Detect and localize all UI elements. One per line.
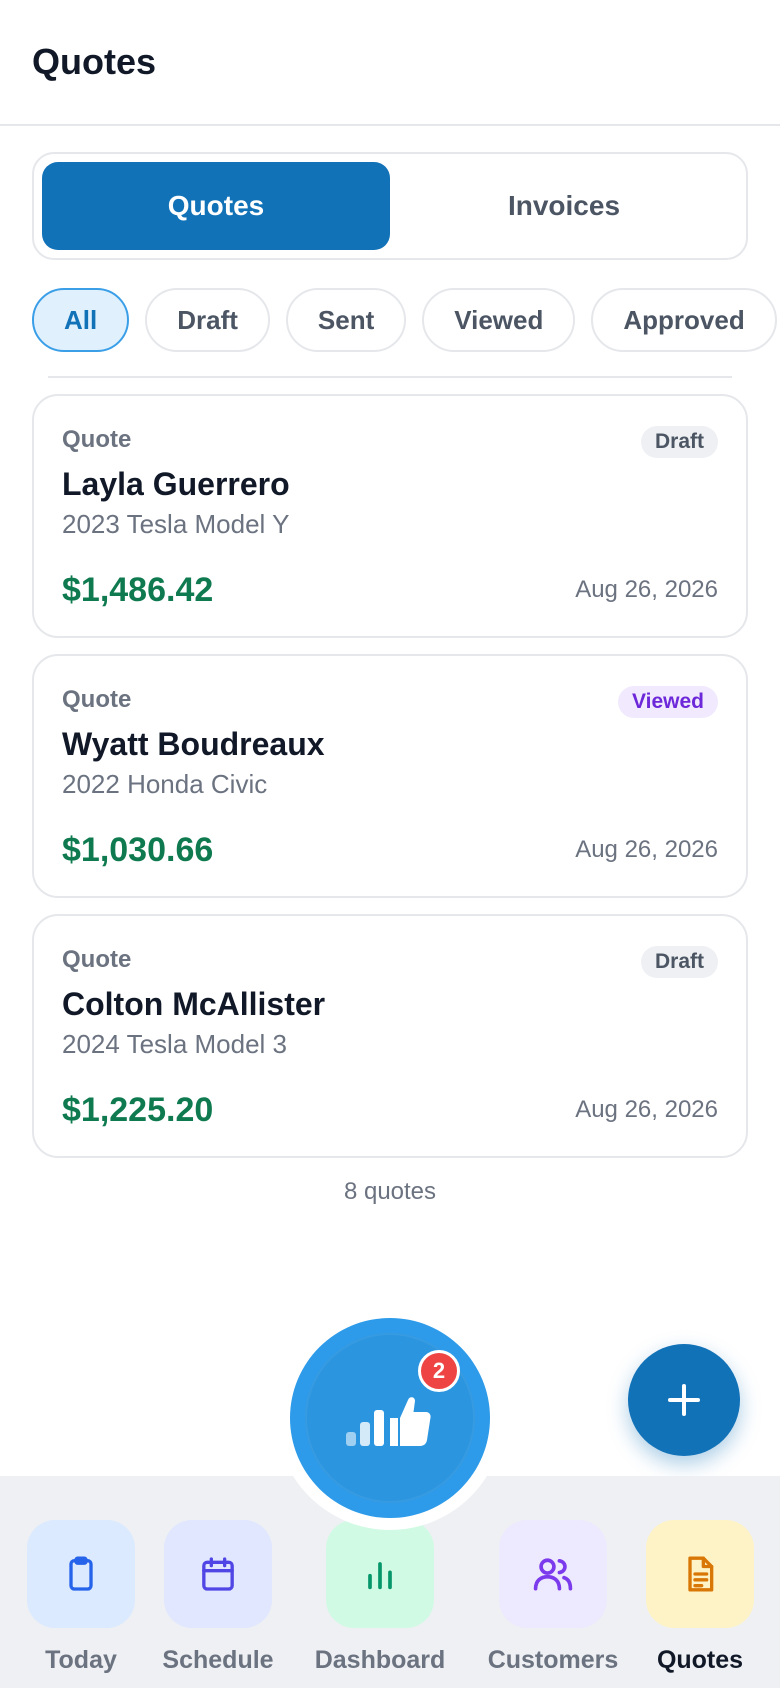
quote-date: Aug 26, 2026 bbox=[575, 576, 718, 603]
quote-card[interactable]: Quote Draft Colton McAllister 2024 Tesla… bbox=[32, 914, 748, 1158]
customer-name: Layla Guerrero bbox=[62, 466, 290, 502]
quote-count: 8 quotes bbox=[343, 1178, 437, 1205]
tab-invoices[interactable]: Invoices bbox=[390, 162, 738, 250]
tab-quotes[interactable]: Quotes bbox=[42, 162, 390, 250]
quote-amount: $1,486.42 bbox=[62, 571, 214, 609]
customer-name: Wyatt Boudreaux bbox=[62, 726, 325, 762]
filter-chip-viewed[interactable]: Viewed bbox=[422, 288, 576, 352]
quote-card[interactable]: Quote Viewed Wyatt Boudreaux 2022 Honda … bbox=[32, 654, 748, 898]
list-divider bbox=[48, 376, 732, 378]
tab-label-schedule: Schedule bbox=[162, 1646, 274, 1674]
vehicle-label: 2023 Tesla Model Y bbox=[62, 509, 290, 539]
quote-amount: $1,225.20 bbox=[62, 1091, 214, 1129]
app-header: Quotes bbox=[0, 0, 780, 126]
document-icon bbox=[646, 1520, 754, 1628]
page-title: Quotes bbox=[32, 41, 157, 82]
status-badge: Viewed bbox=[618, 686, 718, 718]
quote-card[interactable]: Quote Draft Layla Guerrero 2023 Tesla Mo… bbox=[32, 394, 748, 638]
tab-label-customers: Customers bbox=[487, 1646, 619, 1674]
customer-name: Colton McAllister bbox=[62, 986, 326, 1022]
tab-schedule[interactable]: Schedule bbox=[148, 1520, 288, 1675]
bar-chart-icon bbox=[326, 1520, 434, 1628]
quote-date: Aug 26, 2026 bbox=[575, 836, 718, 863]
status-badge: Draft bbox=[640, 426, 718, 458]
card-type-label: Quote bbox=[62, 426, 132, 453]
center-action-button[interactable] bbox=[290, 1318, 490, 1518]
calendar-icon bbox=[164, 1520, 272, 1628]
quote-date: Aug 26, 2026 bbox=[575, 1096, 718, 1123]
status-badge: Draft bbox=[640, 946, 718, 978]
vehicle-label: 2024 Tesla Model 3 bbox=[62, 1029, 288, 1059]
vehicle-label: 2022 Honda Civic bbox=[62, 769, 268, 799]
tab-quotes-nav[interactable]: Quotes bbox=[630, 1520, 770, 1675]
card-type-label: Quote bbox=[62, 946, 132, 973]
notification-badge: 2 bbox=[418, 1350, 460, 1392]
clipboard-icon bbox=[27, 1520, 135, 1628]
filter-chip-sent[interactable]: Sent bbox=[285, 288, 407, 352]
filter-chip-all[interactable]: All bbox=[32, 288, 130, 352]
quote-amount: $1,030.66 bbox=[62, 831, 214, 869]
users-icon bbox=[499, 1520, 607, 1628]
quote-list: Quote Draft Layla Guerrero 2023 Tesla Mo… bbox=[32, 394, 748, 1174]
thumbs-up-chart-icon bbox=[346, 1397, 431, 1446]
tab-label-dashboard: Dashboard bbox=[314, 1646, 446, 1674]
status-filter-bar: All Draft Sent Viewed Approved bbox=[32, 288, 780, 352]
tab-label-today: Today bbox=[45, 1646, 117, 1674]
plus-icon bbox=[668, 1384, 700, 1416]
tab-customers[interactable]: Customers bbox=[483, 1520, 623, 1675]
filter-chip-approved[interactable]: Approved bbox=[591, 288, 777, 352]
add-quote-button[interactable] bbox=[628, 1344, 740, 1456]
tab-label-quotes: Quotes bbox=[656, 1646, 744, 1674]
filter-chip-draft[interactable]: Draft bbox=[145, 288, 270, 352]
tab-today[interactable]: Today bbox=[11, 1520, 151, 1675]
quotes-invoices-toggle: Quotes Invoices bbox=[32, 152, 748, 260]
tab-dashboard[interactable]: Dashboard bbox=[310, 1520, 450, 1675]
